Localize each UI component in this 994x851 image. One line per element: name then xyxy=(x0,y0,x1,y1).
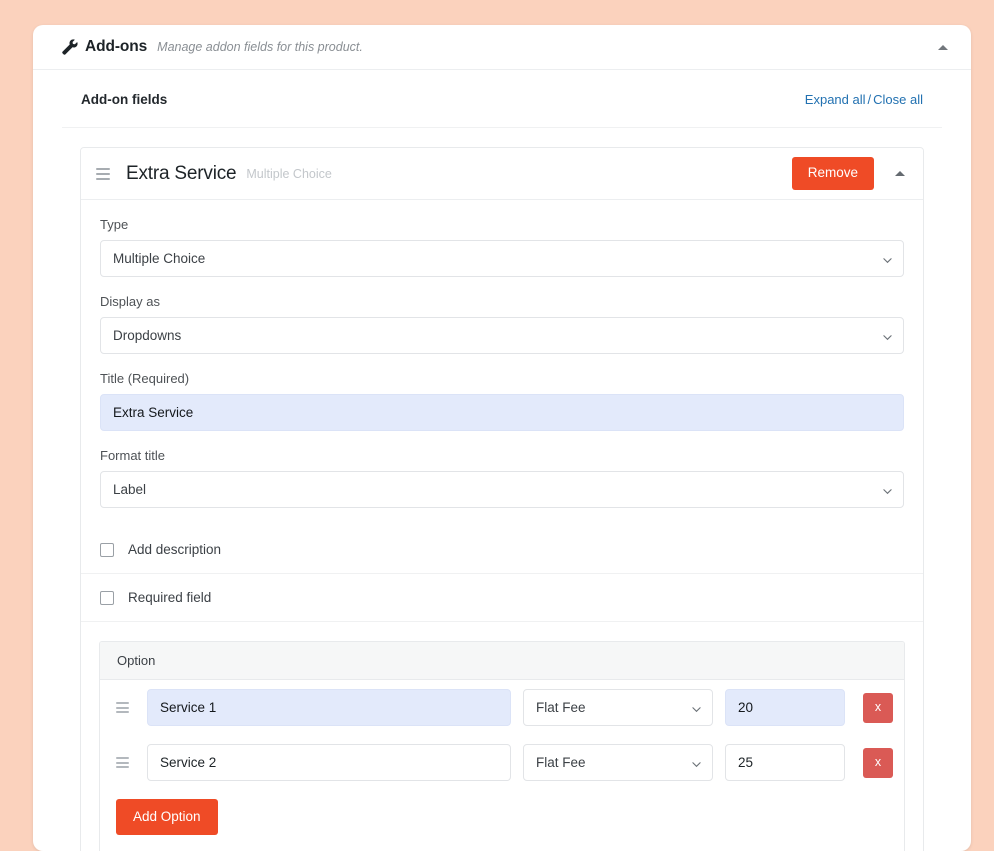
format-title-select-wrap: Label xyxy=(100,471,904,508)
display-as-select[interactable]: Dropdowns xyxy=(100,317,904,354)
drag-handle-icon[interactable] xyxy=(96,167,110,180)
option-price-input[interactable] xyxy=(725,744,845,781)
table-row: Flat Fee x xyxy=(100,735,904,790)
addon-fields-title: Add-on fields xyxy=(81,92,168,107)
drag-handle-icon[interactable] xyxy=(116,702,129,713)
page-subtitle: Manage addon fields for this product. xyxy=(157,40,363,54)
options-wrap: Option Flat Fee xyxy=(81,622,923,851)
add-option-button[interactable]: Add Option xyxy=(116,799,218,836)
option-price-cell xyxy=(725,744,845,781)
add-option-wrap: Add Option xyxy=(100,790,904,851)
table-row: Flat Fee x xyxy=(100,680,904,735)
option-name-cell xyxy=(147,744,511,781)
display-as-select-wrap: Dropdowns xyxy=(100,317,904,354)
option-name-cell xyxy=(147,689,511,726)
addons-header: Add-ons Manage addon fields for this pro… xyxy=(33,25,971,70)
addon-field-type-label: Multiple Choice xyxy=(246,166,332,181)
options-table: Option Flat Fee xyxy=(99,641,905,851)
add-description-label: Add description xyxy=(128,542,222,557)
required-field-row[interactable]: Required field xyxy=(81,574,923,622)
format-title-select[interactable]: Label xyxy=(100,471,904,508)
caret-up-icon xyxy=(938,44,948,50)
addon-field-actions: Remove xyxy=(791,157,910,190)
required-field-label: Required field xyxy=(128,590,212,605)
page-title: Add-ons xyxy=(85,38,148,55)
type-select-wrap: Multiple Choice xyxy=(100,240,904,277)
display-as-label: Display as xyxy=(100,294,160,309)
option-name-input[interactable] xyxy=(147,744,511,781)
options-column-header: Option xyxy=(100,642,904,680)
format-title-row: Format title Label xyxy=(81,431,923,508)
caret-up-icon xyxy=(895,171,905,176)
addon-field-header: Extra Service Multiple Choice Remove xyxy=(81,148,923,200)
drag-handle-icon[interactable] xyxy=(116,757,129,768)
option-pricetype-cell: Flat Fee xyxy=(523,744,713,781)
addon-field-body: Type Multiple Choice Display as Dropdown… xyxy=(81,200,923,851)
links-separator: / xyxy=(867,92,872,107)
option-name-input[interactable] xyxy=(147,689,511,726)
wrench-icon xyxy=(62,39,78,55)
addons-collapse-toggle[interactable] xyxy=(934,38,952,56)
remove-button[interactable]: Remove xyxy=(791,157,874,190)
field-collapse-toggle[interactable] xyxy=(890,164,910,184)
title-field-label: Title (Required) xyxy=(100,371,190,386)
type-label: Type xyxy=(100,217,129,232)
addon-fields-bar: Add-on fields Expand all / Close all xyxy=(62,70,942,128)
title-input[interactable] xyxy=(100,394,904,431)
type-select[interactable]: Multiple Choice xyxy=(100,240,904,277)
expand-all-link[interactable]: Expand all xyxy=(805,92,866,107)
display-as-row: Display as Dropdowns xyxy=(81,277,923,354)
option-price-input[interactable] xyxy=(725,689,845,726)
add-description-row[interactable]: Add description xyxy=(81,526,923,574)
option-price-cell xyxy=(725,689,845,726)
type-row: Type Multiple Choice xyxy=(81,200,923,277)
option-price-type-select[interactable]: Flat Fee xyxy=(523,744,713,781)
format-title-label: Format title xyxy=(100,448,166,463)
addons-card: Add-ons Manage addon fields for this pro… xyxy=(33,25,971,851)
addon-field-title: Extra Service xyxy=(126,162,237,184)
title-row: Title (Required) xyxy=(81,354,923,431)
add-description-checkbox[interactable] xyxy=(100,542,114,557)
option-pricetype-cell: Flat Fee xyxy=(523,689,713,726)
required-field-checkbox[interactable] xyxy=(100,590,114,605)
expand-close-links: Expand all / Close all xyxy=(805,92,923,107)
option-price-type-select[interactable]: Flat Fee xyxy=(523,689,713,726)
close-all-link[interactable]: Close all xyxy=(873,92,923,107)
addon-field-panel: Extra Service Multiple Choice Remove Typ… xyxy=(80,147,924,851)
delete-option-button[interactable]: x xyxy=(863,692,893,723)
addons-section: Add-on fields Expand all / Close all Extra… xyxy=(33,70,971,851)
delete-option-button[interactable]: x xyxy=(863,747,893,778)
